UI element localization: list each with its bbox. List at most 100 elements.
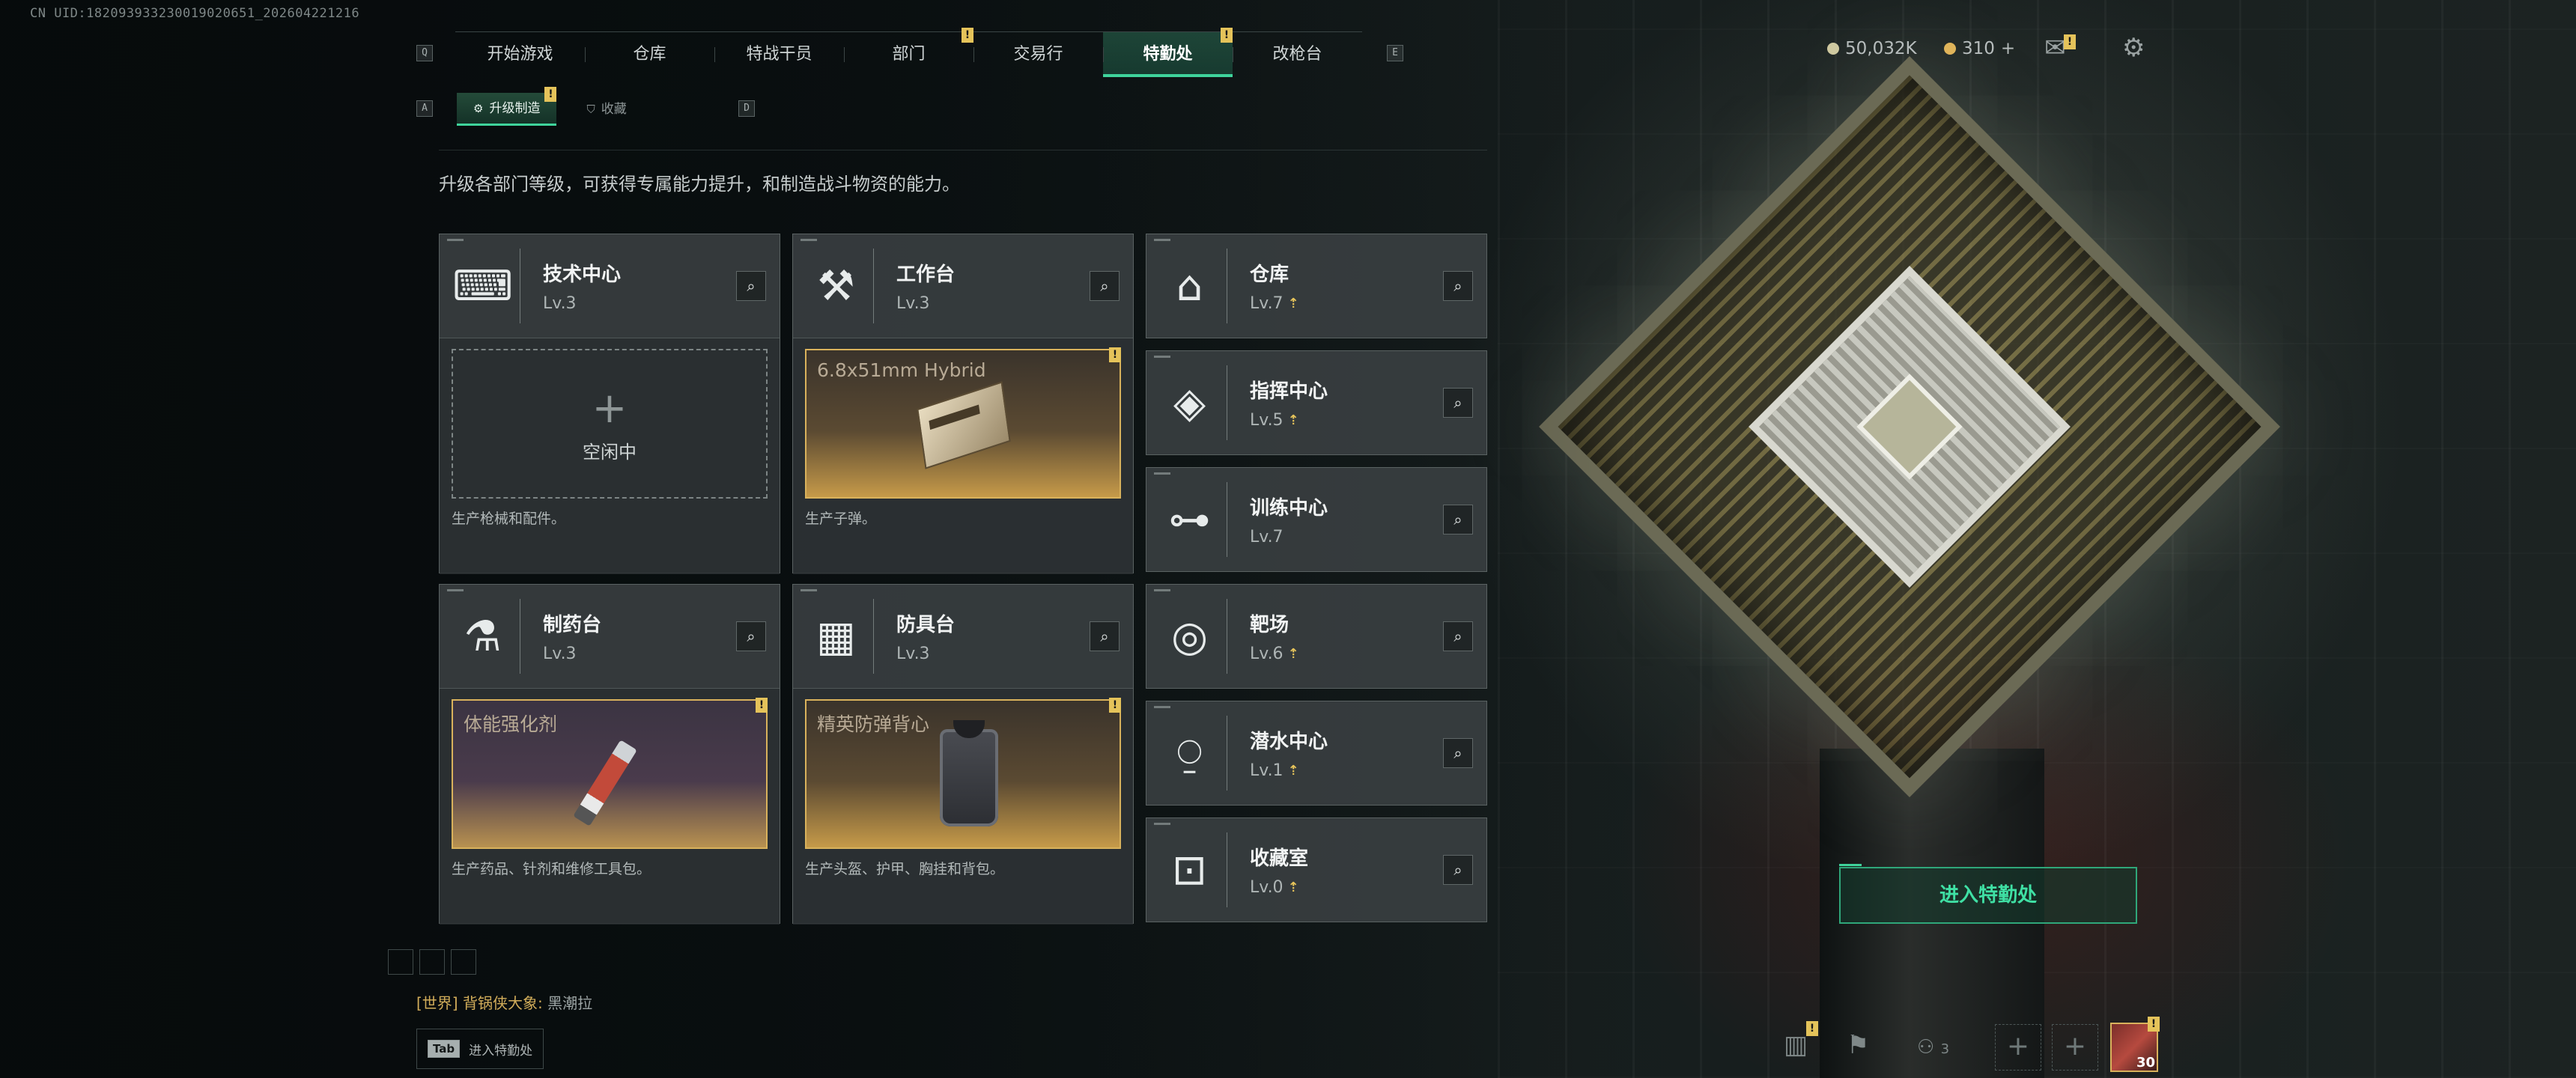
facility-card-collection-room[interactable]: ⊡ 收藏室 Lv.0 ⇡ ⌕ [1146,817,1487,922]
sub-nav: ⚙ 升级制造 ! ⛉ 收藏 [457,87,643,126]
quick-slot[interactable] [451,949,476,975]
facility-card-training-center[interactable]: ⊶ 训练中心 Lv.7 ⌕ [1146,467,1487,572]
facility-card-pharmacy[interactable]: ⚗ 制药台 Lv.3 ⌕ 体能强化剂 ! 生产药品、针剂和维修工具包。 [439,584,780,925]
ammo-box-image [917,381,1011,469]
dumbbell-icon: ⊶ [1152,482,1227,557]
koin-icon [1827,43,1839,55]
squad-icon: ⚇ [1917,1036,1935,1059]
chat-message: 黑潮拉 [547,994,593,1012]
card-corner-tag [1154,239,1170,241]
player-uid: CN UID:18209393323001902065​1_2026042212… [30,6,360,21]
facility-level: Lv.3 [543,645,577,663]
facility-level: Lv.7 [1250,528,1284,546]
facility-name: 潜水中心 [1250,731,1328,753]
item-name: 体能强化剂 [464,713,558,735]
facility-card-tech-center[interactable]: ⌨ 技术中心 Lv.3 ⌕ + 空闲中 生产枪械和配件。 [439,234,780,574]
flag-icon[interactable]: ⚑ [1847,1030,1869,1060]
item-name: 6.8x51mm Hybrid [817,359,986,381]
inspect-search-icon[interactable]: ⌕ [1443,505,1473,535]
inspect-search-icon[interactable]: ⌕ [1443,738,1473,768]
upgrade-available-icon: ⇡ [1287,763,1299,779]
tab-trading[interactable]: 交易行 [973,32,1103,77]
world-chat-line[interactable]: [世界] 背锅侠大象: 黑潮拉 [416,991,592,1013]
subtab-upgrade-manufacture[interactable]: ⚙ 升级制造 ! [457,87,557,126]
inspect-search-icon[interactable]: ⌕ [736,271,766,301]
stats-badge: ! [1806,1021,1818,1036]
facility-level: Lv.3 [896,294,930,313]
premium-coin-icon [1944,43,1956,55]
display-case-icon: ⊡ [1152,832,1227,907]
facility-card-shooting-range[interactable]: ◎ 靶场 Lv.6 ⇡ ⌕ [1146,584,1487,689]
syringe-image [573,740,637,826]
target-icon: ◎ [1152,599,1227,674]
inspect-search-icon[interactable]: ⌕ [1443,271,1473,301]
tab-special-ops[interactable]: 特勤处 ! [1103,28,1233,77]
production-slot-item[interactable]: 体能强化剂 ! [452,698,768,849]
nav-left-key-hint: Q [416,45,433,61]
invite-slot-plus[interactable]: + [2052,1024,2098,1071]
card-corner-tag [1154,472,1170,475]
facility-card-armor-bench[interactable]: ▦ 防具台 Lv.3 ⌕ 精英防弹背心 ! 生产头盔、护甲、胸挂和背包。 [792,584,1134,925]
facility-level: Lv.1 [1250,761,1284,780]
facility-name: 防具台 [896,614,956,636]
facility-name: 指挥中心 [1250,380,1328,403]
inspect-search-icon[interactable]: ⌕ [1443,388,1473,418]
production-slot-idle[interactable]: + 空闲中 [452,349,768,499]
currency-premium[interactable]: 310 + [1944,39,2015,58]
subtab-collection[interactable]: ⛉ 收藏 [570,93,643,126]
facility-card-command-center[interactable]: ◈ 指挥中心 Lv.5 ⇡ ⌕ [1146,350,1487,455]
inspect-search-icon[interactable]: ⌕ [1443,855,1473,885]
facility-description: 生产头盔、护甲、胸挂和背包。 [805,861,1005,877]
facility-name: 工作台 [896,264,956,286]
tab-special-ops-badge: ! [1221,28,1233,43]
item-ready-badge: ! [1109,347,1121,362]
mail-badge: ! [2064,34,2076,49]
tab-department[interactable]: 部门 ! [844,28,973,77]
facility-level: Lv.0 [1250,878,1284,897]
inspect-search-icon[interactable]: ⌕ [1443,621,1473,651]
avatar-badge: ! [2148,1017,2160,1032]
item-name: 精英防弹背心 [817,713,930,735]
production-slot-item[interactable]: 6.8x51mm Hybrid ! [805,347,1121,499]
tab-operators[interactable]: 特战干员 [714,32,844,77]
page-description: 升级各部门等级，可获得专属能力提升，和制造战斗物资的能力。 [439,174,960,195]
idle-status-label: 空闲中 [583,442,637,463]
currency-koins[interactable]: 50,032K [1827,39,1917,58]
armor-vest-image [940,720,998,826]
production-slot-item[interactable]: 精英防弹背心 ! [805,698,1121,849]
card-corner-tag [447,239,464,241]
tab-start-game[interactable]: 开始游戏 [455,32,585,77]
facility-card-diving-center[interactable]: ⍜ 潜水中心 Lv.1 ⇡ ⌕ [1146,701,1487,806]
workbench-icon: ⚒ [799,249,874,323]
stats-chart-icon[interactable]: ▥ ! [1784,1021,1818,1060]
inspect-search-icon[interactable]: ⌕ [1090,271,1120,301]
card-corner-tag [801,589,817,591]
player-level: 30 [2136,1055,2155,1071]
warehouse-arch-icon: ⌂ [1152,249,1227,323]
squad-members[interactable]: ⚇ 3 [1917,1036,1949,1059]
upgrade-available-icon: ⇡ [1287,412,1299,428]
subnav-right-key-hint: D [738,100,755,117]
inspect-search-icon[interactable]: ⌕ [736,621,766,651]
player-avatar[interactable]: ! 30 [2110,1017,2160,1072]
enter-special-ops-button[interactable]: 进入特勤处 [1839,864,2137,924]
tab-warehouse[interactable]: 仓库 [585,32,714,77]
item-ready-badge: ! [1109,698,1121,713]
command-center-icon: ◈ [1152,365,1227,440]
quick-slot[interactable] [388,949,413,975]
quick-slot[interactable] [419,949,445,975]
tab-shortcut-hint[interactable]: Tab 进入特勤处 [416,1029,544,1069]
add-currency-button[interactable]: + [2001,39,2015,58]
upgrade-available-icon: ⇡ [1287,880,1299,895]
facility-description: 生产子弹。 [805,511,877,527]
facility-name: 技术中心 [543,264,622,286]
pharmacy-microscope-icon: ⚗ [446,599,520,674]
card-corner-tag [1154,589,1170,591]
facility-card-warehouse[interactable]: ⌂ 仓库 Lv.7 ⇡ ⌕ [1146,234,1487,338]
mail-icon[interactable]: ✉ ! [2044,33,2076,63]
inspect-search-icon[interactable]: ⌕ [1090,621,1120,651]
facility-card-workbench[interactable]: ⚒ 工作台 Lv.3 ⌕ 6.8x51mm Hybrid ! 生产子弹。 [792,234,1134,574]
settings-gear-icon[interactable]: ⚙ [2122,33,2145,63]
invite-slot-plus[interactable]: + [1995,1024,2041,1071]
tab-gunsmith[interactable]: 改枪台 [1233,32,1362,77]
